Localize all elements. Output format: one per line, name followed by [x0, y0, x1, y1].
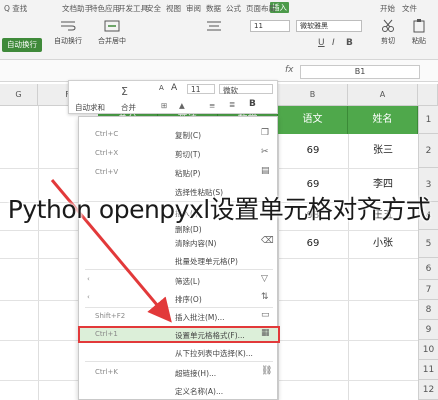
- paste-icon: [413, 19, 425, 33]
- align-icon: [207, 21, 221, 31]
- wrap-toggle-button[interactable]: 自动换行: [2, 38, 42, 52]
- cut-button[interactable]: 剪切: [374, 19, 402, 46]
- menu-doc-assistant[interactable]: 文档助手: [62, 3, 92, 14]
- paste-icon: ▤: [261, 166, 270, 176]
- menu-item-pick-list[interactable]: 从下拉列表中选择(K)...: [79, 345, 279, 360]
- menu-item-filter[interactable]: ‹ 筛选(L) ▽: [79, 273, 279, 288]
- eraser-icon: ⌫: [261, 236, 274, 246]
- merge-icon: [104, 20, 120, 32]
- row-header[interactable]: 2: [418, 134, 438, 168]
- name-box[interactable]: B1: [300, 65, 420, 79]
- align-group: [196, 19, 232, 36]
- row-header[interactable]: 7: [418, 280, 438, 300]
- row-header[interactable]: 9: [418, 320, 438, 340]
- menu-item-clear[interactable]: 清除内容(N) ⌫: [79, 235, 279, 250]
- row-header[interactable]: 6: [418, 258, 438, 280]
- submenu-arrow-icon: ‹: [87, 293, 90, 301]
- column-header-a[interactable]: A: [348, 84, 418, 106]
- menu-search[interactable]: Q 查找: [4, 3, 27, 14]
- menu-bar: 文件 开始 插入 页面布局 公式 数据 审阅 视图 安全 开发工具 特色应用 文…: [0, 0, 438, 15]
- menu-file[interactable]: 文件: [402, 3, 417, 14]
- menu-formula[interactable]: 公式: [226, 3, 241, 14]
- mini-font-select[interactable]: 微软: [219, 84, 273, 95]
- mini-fill-icon[interactable]: ▲: [179, 101, 185, 110]
- menu-item-paste[interactable]: Ctrl+V 粘贴(P) ▤: [79, 165, 279, 180]
- paste-button[interactable]: 粘贴: [404, 19, 434, 46]
- mini-align-icon[interactable]: ≡: [209, 101, 215, 110]
- table-cell-score[interactable]: 69: [278, 230, 348, 258]
- font-name-select[interactable]: 微软雅黑: [296, 20, 362, 32]
- table-header-chinese[interactable]: 语文: [278, 106, 348, 134]
- mini-size-select[interactable]: 11: [187, 84, 215, 94]
- row-header[interactable]: 1: [418, 106, 438, 134]
- merge-center-button[interactable]: 合并居中: [90, 19, 134, 46]
- menu-item-define-name[interactable]: 定义名称(A)...: [79, 383, 279, 398]
- menu-separator: [85, 307, 273, 308]
- submenu-arrow-icon: ‹: [87, 275, 90, 283]
- row-header[interactable]: 5: [418, 230, 438, 258]
- font-grow-button[interactable]: A: [171, 83, 177, 93]
- wrap-text-icon: [61, 21, 76, 31]
- link-icon: ⛓: [261, 366, 273, 376]
- font-size-select[interactable]: 11: [250, 20, 290, 32]
- mini-autosum-label[interactable]: 自动求和: [75, 102, 105, 113]
- table-cell-score[interactable]: 69: [278, 134, 348, 168]
- ribbon: 文件 开始 插入 页面布局 公式 数据 审阅 视图 安全 开发工具 特色应用 文…: [0, 0, 438, 60]
- menu-dev-tools[interactable]: 开发工具: [118, 3, 148, 14]
- mini-border-icon[interactable]: ⊞: [161, 101, 167, 110]
- mini-bold-button[interactable]: B: [249, 99, 256, 109]
- menu-separator: [85, 269, 273, 270]
- menu-data[interactable]: 数据: [206, 3, 221, 14]
- row-header[interactable]: 10: [418, 340, 438, 360]
- row-header[interactable]: 11: [418, 360, 438, 380]
- comment-icon: ▭: [261, 310, 270, 320]
- menu-page-layout[interactable]: 页面布局: [246, 3, 276, 14]
- menu-item-sort[interactable]: ‹ 排序(O) ⇅: [79, 291, 279, 306]
- menu-features[interactable]: 特色应用: [90, 3, 120, 14]
- menu-item-hyperlink[interactable]: Ctrl+K 超链接(H)... ⛓: [79, 365, 279, 380]
- table-cell-name[interactable]: 张三: [348, 134, 418, 168]
- menu-home[interactable]: 开始: [380, 3, 395, 14]
- copy-icon: ❐: [261, 128, 270, 138]
- wrap-text-button[interactable]: 自动换行: [48, 19, 88, 46]
- menu-separator: [85, 361, 273, 362]
- underline-button[interactable]: U: [318, 38, 325, 48]
- italic-button[interactable]: I: [332, 38, 335, 48]
- bold-button[interactable]: B: [346, 38, 353, 48]
- menu-item-copy[interactable]: Ctrl+C 复制(C) ❐: [79, 127, 279, 142]
- menu-item-insert-comment[interactable]: Shift+F2 插入批注(M)... ▭: [79, 309, 279, 324]
- menu-item-cut[interactable]: Ctrl+X 剪切(T) ✂: [79, 146, 279, 161]
- cut-icon: ✂: [261, 147, 269, 157]
- mini-merge-label[interactable]: 合并: [121, 102, 136, 113]
- page-caption: Python openpyxl设置单元格对齐方式: [7, 195, 431, 224]
- menu-security[interactable]: 安全: [146, 3, 161, 14]
- format-cells-icon: ▦: [261, 328, 270, 338]
- column-header-g[interactable]: G: [0, 84, 38, 106]
- fx-icon[interactable]: fx: [285, 65, 294, 75]
- menu-item-format-cells[interactable]: Ctrl+1 设置单元格格式(F)... ▦: [78, 326, 280, 343]
- grid-line: [38, 106, 39, 400]
- menu-view[interactable]: 视图: [166, 3, 181, 14]
- menu-item-batch[interactable]: 批量处理单元格(P): [79, 253, 279, 268]
- row-header[interactable]: 12: [418, 380, 438, 400]
- column-header-b[interactable]: B: [278, 84, 348, 106]
- table-header-name[interactable]: 姓名: [348, 106, 418, 134]
- mini-sigma-icon[interactable]: Σ: [121, 85, 128, 98]
- font-shrink-button[interactable]: A: [159, 84, 164, 92]
- cut-icon: [382, 19, 394, 32]
- menu-review[interactable]: 审阅: [186, 3, 201, 14]
- mini-align-icon[interactable]: ≣: [229, 100, 235, 109]
- table-cell-name[interactable]: 小张: [348, 230, 418, 258]
- sort-icon: ⇅: [261, 292, 269, 302]
- filter-icon: ▽: [261, 274, 268, 284]
- row-header[interactable]: 8: [418, 300, 438, 320]
- select-all-corner[interactable]: [418, 84, 438, 106]
- mini-toolbar: 微软 11 A A B Σ 自动求和 合并 ⊞ ▲ ≡ ≣: [68, 80, 278, 114]
- context-menu: Ctrl+C 复制(C) ❐ Ctrl+X 剪切(T) ✂ Ctrl+V 粘贴(…: [78, 116, 280, 400]
